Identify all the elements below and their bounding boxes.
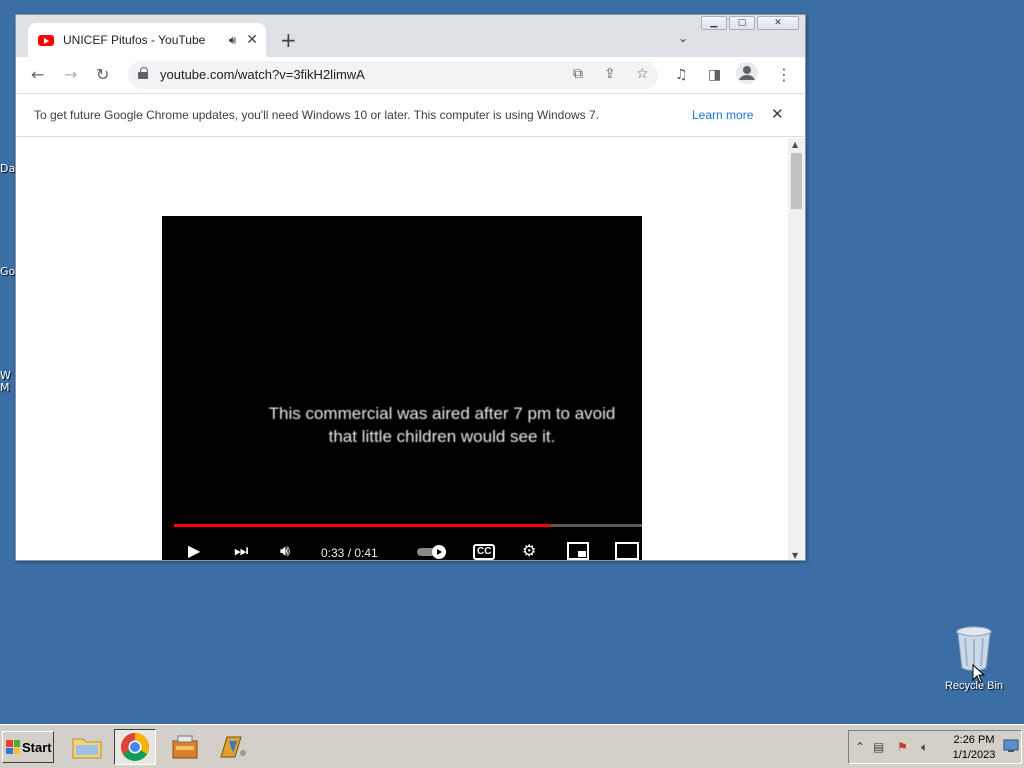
infobar-close-icon[interactable]: ✕ xyxy=(771,105,784,123)
caption-line-2: that little children would see it. xyxy=(328,427,556,446)
network-icon[interactable]: ▤ xyxy=(873,740,884,754)
browser-toolbar: ← → ↻ youtube.com/watch?v=3fikH2limwA ⧉ … xyxy=(16,57,805,93)
scroll-down-arrow-icon[interactable]: ▼ xyxy=(792,551,798,560)
start-label: Start xyxy=(22,739,52,755)
mouse-cursor-icon xyxy=(972,663,986,688)
scroll-up-arrow-icon[interactable]: ▲ xyxy=(792,140,798,149)
open-in-app-icon[interactable]: ⧉ xyxy=(573,66,583,82)
video-time: 0:33 / 0:41 xyxy=(321,546,378,560)
captions-button[interactable]: CC xyxy=(473,544,496,560)
video-progress-bar[interactable] xyxy=(174,524,642,527)
folder-icon xyxy=(72,738,102,759)
media-player-icon xyxy=(220,736,246,758)
start-button[interactable]: Start xyxy=(2,731,54,763)
app-toolbox-icon xyxy=(172,735,198,759)
tab-close-icon[interactable]: ✕ xyxy=(246,32,258,48)
chrome-icon xyxy=(121,733,149,761)
learn-more-link[interactable]: Learn more xyxy=(692,108,753,122)
back-arrow-icon[interactable]: ← xyxy=(31,65,44,85)
forward-arrow-icon[interactable]: → xyxy=(64,65,77,85)
desktop-icon-label-da[interactable]: Da xyxy=(0,162,15,175)
url-text[interactable]: youtube.com/watch?v=3fikH2limwA xyxy=(160,67,365,82)
window-controls: ▁ ▢ ✕ xyxy=(701,16,799,30)
scrollbar-thumb[interactable] xyxy=(791,153,802,209)
taskbar: Start ⌃ ▤ ⚑ 🔈︎ 2:26 PM 1/1/2023 xyxy=(0,724,1024,768)
tab-youtube[interactable]: UNICEF Pitufos - YouTube 🔊︎ ✕ xyxy=(28,23,266,57)
volume-tray-icon[interactable]: 🔈︎ xyxy=(921,740,928,755)
caption-line-1: This commercial was aired after 7 pm to … xyxy=(268,404,616,423)
video-controls: ▶ ⏭︎ 🔊︎ 0:33 / 0:41 CC ⚙ xyxy=(162,538,642,560)
taskbar-chrome-button[interactable] xyxy=(114,729,156,765)
settings-gear-icon[interactable]: ⚙ xyxy=(522,542,536,560)
close-window-button[interactable]: ✕ xyxy=(757,16,799,30)
youtube-favicon-icon xyxy=(38,34,54,46)
clock-time: 2:26 PM xyxy=(953,734,995,746)
taskbar-app-button-1[interactable] xyxy=(164,729,206,765)
desktop-icon-label-m[interactable]: M xyxy=(0,381,10,394)
video-progress-fill xyxy=(174,524,551,527)
lock-icon[interactable] xyxy=(138,67,148,79)
reload-icon[interactable]: ↻ xyxy=(96,65,109,85)
video-player[interactable]: This commercial was aired after 7 pm to … xyxy=(162,216,642,560)
desktop-icon-label-go[interactable]: Go xyxy=(0,265,15,278)
taskbar-explorer-button[interactable] xyxy=(66,729,108,765)
page-scrollbar[interactable]: ▲ ▼ xyxy=(788,138,805,560)
windows-flag-icon xyxy=(6,740,20,754)
page-content: This commercial was aired after 7 pm to … xyxy=(16,138,788,560)
autoplay-toggle[interactable] xyxy=(416,544,450,560)
tab-title: UNICEF Pitufos - YouTube xyxy=(63,33,206,47)
profile-avatar-icon[interactable] xyxy=(736,62,758,89)
taskbar-app-button-2[interactable] xyxy=(212,729,254,765)
system-tray: ⌃ ▤ ⚑ 🔈︎ 2:26 PM 1/1/2023 xyxy=(848,730,1022,764)
update-infobar: To get future Google Chrome updates, you… xyxy=(16,93,805,137)
maximize-button[interactable]: ▢ xyxy=(729,16,755,30)
media-control-icon[interactable]: ♫ xyxy=(675,65,688,85)
play-icon[interactable]: ▶ xyxy=(188,542,200,560)
menu-kebab-icon[interactable]: ⋮ xyxy=(776,65,792,85)
next-icon[interactable]: ⏭︎ xyxy=(234,542,248,560)
theater-mode-icon[interactable] xyxy=(615,542,639,560)
tab-search-chevron-icon[interactable]: ⌄ xyxy=(678,31,688,45)
bookmark-star-icon[interactable]: ☆ xyxy=(636,66,649,82)
clock-date: 1/1/2023 xyxy=(952,749,996,761)
video-caption: This commercial was aired after 7 pm to … xyxy=(162,402,642,448)
minimize-button[interactable]: ▁ xyxy=(701,16,727,30)
miniplayer-icon[interactable] xyxy=(567,542,589,560)
infobar-message: To get future Google Chrome updates, you… xyxy=(34,108,600,122)
address-bar[interactable]: youtube.com/watch?v=3fikH2limwA ⧉ ⇪ ☆ xyxy=(128,61,658,89)
share-icon[interactable]: ⇪ xyxy=(604,66,616,82)
new-tab-button[interactable]: + xyxy=(280,28,297,52)
show-hidden-icons-chevron-icon[interactable]: ⌃ xyxy=(855,740,865,754)
browser-window: UNICEF Pitufos - YouTube 🔊︎ ✕ + ⌄ ▁ ▢ ✕ … xyxy=(15,14,806,561)
clock[interactable]: 2:26 PM 1/1/2023 xyxy=(944,733,1004,763)
volume-icon[interactable]: 🔊︎ xyxy=(280,542,290,560)
show-desktop-icon[interactable] xyxy=(1003,739,1019,756)
speaker-icon[interactable]: 🔊︎ xyxy=(229,33,237,48)
tab-strip: UNICEF Pitufos - YouTube 🔊︎ ✕ + ⌄ ▁ ▢ ✕ xyxy=(16,15,805,57)
action-center-flag-icon[interactable]: ⚑ xyxy=(897,740,908,754)
side-panel-icon[interactable]: ◨ xyxy=(708,65,721,85)
